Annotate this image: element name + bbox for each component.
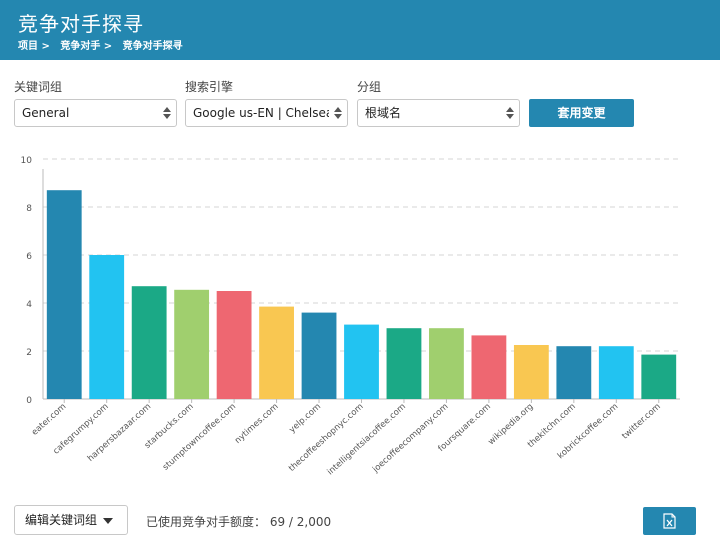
chart-bar [598,346,634,399]
y-tick-label: 6 [26,252,32,262]
keyword-group-select[interactable]: General [14,99,177,127]
quota-value: 69 / 2,000 [269,515,332,529]
search-engine-value: Google us-EN | Chelsea, New York [193,106,329,120]
x-tick-label: twitter.com [620,402,662,442]
breadcrumb-item-project[interactable]: 项目 > [18,37,50,52]
breadcrumb-item-competitors[interactable]: 竞争对手 > [60,37,112,52]
competitor-bar-chart: 0246810eater.comcafegrumpy.comharpersbaz… [21,156,680,478]
chart-bar [301,312,337,399]
keyword-group-filter: 关键词组 [14,78,62,96]
chart-bar [556,346,592,399]
edit-keyword-group-label: 编辑关键词组 [25,513,98,527]
y-tick-label: 4 [26,300,32,310]
chart-bar [174,289,210,399]
select-arrows-icon [334,106,342,120]
x-tick-label: thecoffeeshopnyc.com [287,402,365,474]
grouping-select[interactable]: 根域名 [357,99,520,127]
y-tick-label: 10 [21,156,33,166]
chart-bar [89,255,125,399]
search-engine-label: 搜索引擎 [185,80,234,94]
chart-bar [46,190,82,399]
select-arrows-icon [163,106,171,120]
chart-bar [344,324,379,399]
page-header: 竞争对手探寻 项目 > 竞争对手 > 竞争对手探寻 [0,0,720,60]
quota-label: 已使用竞争对手额度： [146,515,267,529]
apply-changes-button[interactable]: 套用变更 [529,99,634,127]
x-tick-label: stumptowncoffee.com [161,402,238,473]
chart-bar [216,291,252,399]
excel-export-icon [663,513,676,529]
grouping-label: 分组 [357,80,382,94]
footer-bar: 编辑关键词组 已使用竞争对手额度： 69 / 2,000 [0,505,720,537]
chart-bar [429,328,464,399]
chart-bar [131,286,167,399]
breadcrumb: 项目 > 竞争对手 > 竞争对手探寻 [18,37,183,52]
y-tick-label: 8 [26,204,32,214]
keyword-group-label: 关键词组 [14,80,63,94]
x-tick-label: nytimes.com [233,402,280,446]
chart-bar [513,345,549,399]
y-tick-label: 2 [26,348,32,358]
edit-keyword-group-button[interactable]: 编辑关键词组 [14,505,128,535]
select-arrows-icon [506,106,514,120]
y-tick-label: 0 [26,396,32,406]
chart-bar [471,335,507,399]
chart-bar [386,328,422,399]
page-title: 竞争对手探寻 [18,12,144,36]
x-tick-label: intelligentsiacoffee.com [326,402,408,478]
search-engine-select[interactable]: Google us-EN | Chelsea, New York [185,99,348,127]
grouping-value: 根域名 [365,106,402,120]
x-tick-label: yelp.com [287,402,323,435]
x-tick-label: eater.com [30,402,68,438]
quota-text: 已使用竞争对手额度： 69 / 2,000 [146,513,331,530]
chart-bar [641,354,677,399]
caret-down-icon [103,518,113,524]
x-tick-label: joecoffeecompany.com [370,402,450,476]
search-engine-filter: 搜索引擎 [185,78,233,96]
filter-bar: 关键词组 General 搜索引擎 Google us-EN | Chelsea… [0,78,720,130]
grouping-filter: 分组 [357,78,381,96]
chart-bar [259,306,294,399]
export-excel-button[interactable] [643,507,696,535]
breadcrumb-item-discovery: 竞争对手探寻 [122,41,183,52]
keyword-group-value: General [22,106,70,120]
